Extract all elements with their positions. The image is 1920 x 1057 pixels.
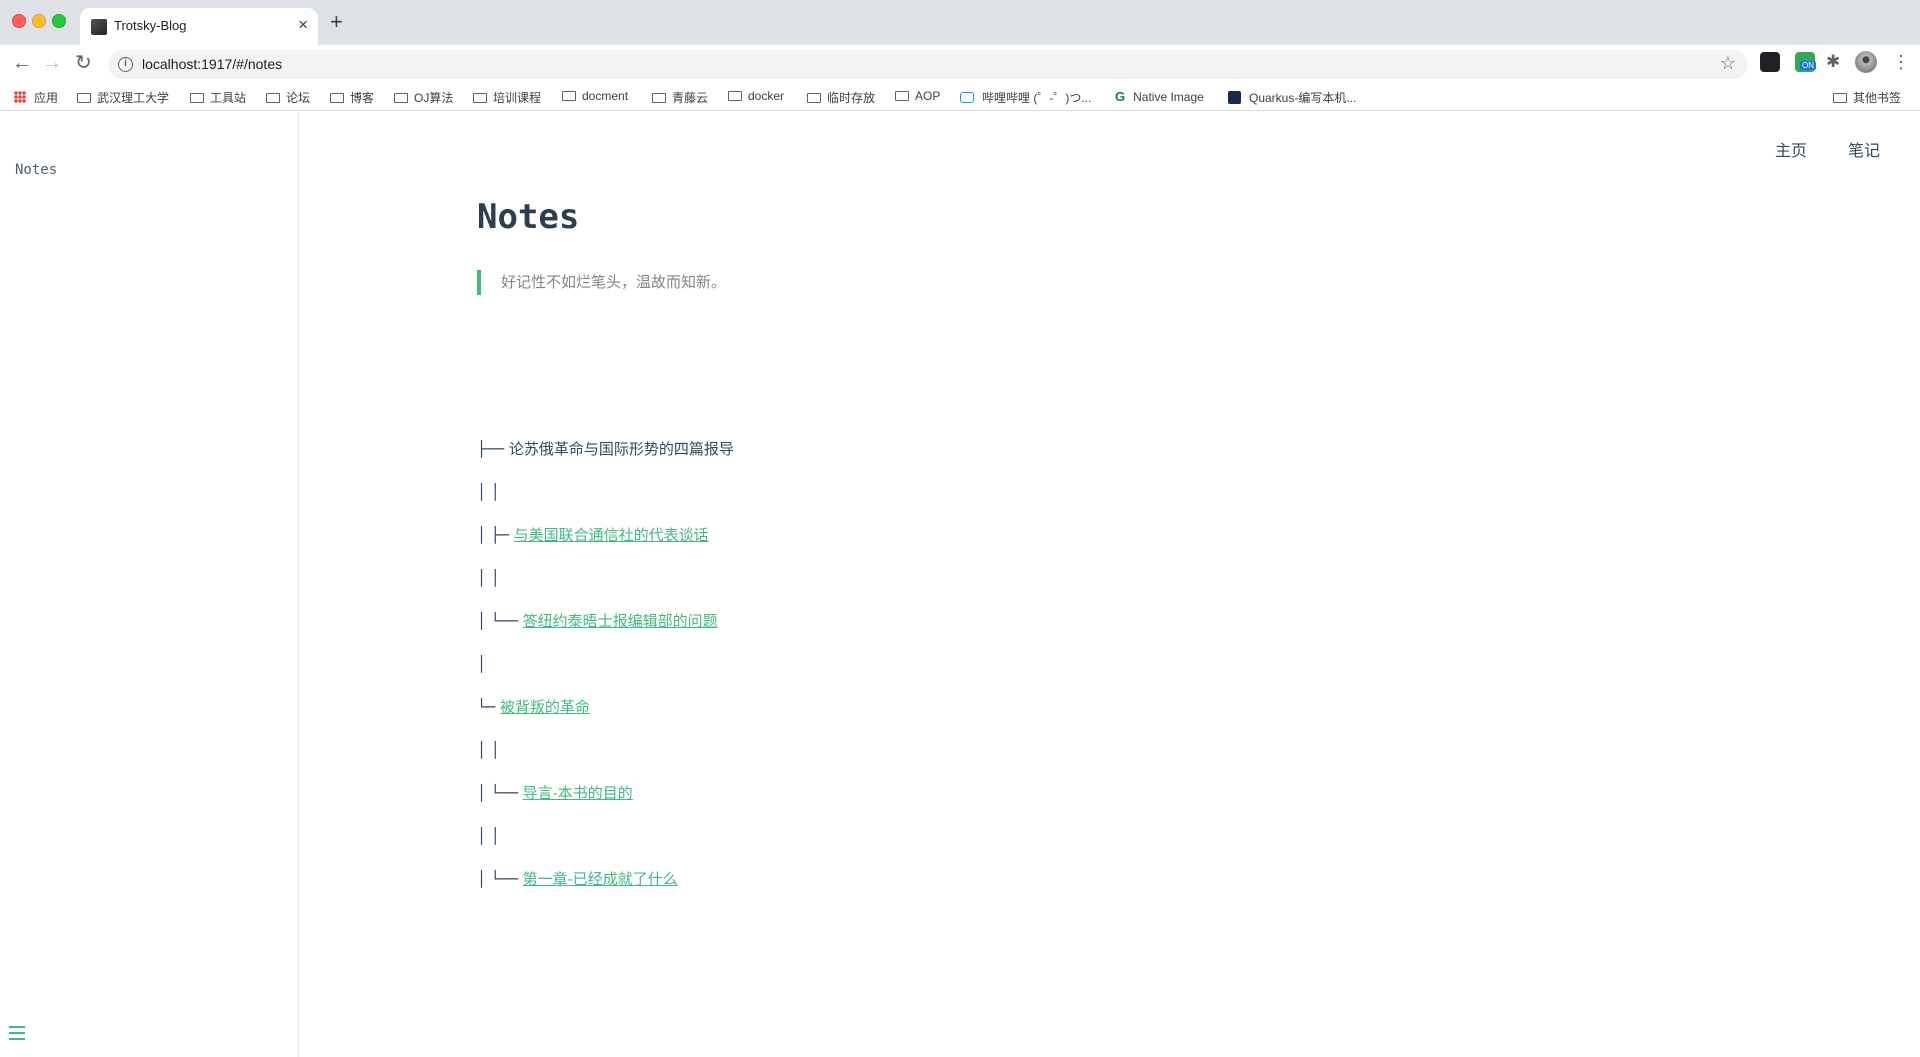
folder-icon	[562, 91, 576, 101]
reload-icon[interactable]: ↻	[75, 50, 92, 76]
bookmark-folder[interactable]: AOP	[895, 89, 940, 103]
bookmark-folder[interactable]: OJ算法	[394, 89, 453, 106]
tree-prefix: │	[477, 655, 487, 673]
bookmark-folder[interactable]: 论坛	[266, 89, 310, 106]
bookmark-folder[interactable]: 临时存放	[807, 89, 875, 106]
tree-prefix: │ └──	[477, 612, 523, 630]
profile-avatar[interactable]	[1855, 51, 1877, 73]
folder-icon	[728, 91, 742, 101]
page-viewport: Notes 主页 笔记 Notes 好记性不如烂笔头，温故而知新。 ├── 论苏…	[0, 112, 1920, 1057]
browser-menu-icon[interactable]: ⋮	[1892, 51, 1910, 73]
tree-line: │ ├─ 与美国联合通信社的代表谈话	[477, 524, 709, 546]
nav-link-home[interactable]: 主页	[1775, 137, 1807, 161]
tree-prefix: └─	[477, 698, 500, 716]
folder-icon	[1833, 93, 1847, 103]
nav-link-notes[interactable]: 笔记	[1848, 137, 1880, 161]
note-link[interactable]: 与美国联合通信社的代表谈话	[514, 526, 709, 544]
bookmark-apps[interactable]: 应用	[14, 89, 58, 106]
bookmark-folder[interactable]: 工具站	[190, 89, 246, 106]
bookmark-bilibili[interactable]: 哔哩哔哩 (゜-゜)つ...	[960, 89, 1091, 106]
note-link[interactable]: 答纽约泰晤士报编辑部的问题	[523, 612, 718, 630]
close-window-button[interactable]	[12, 14, 26, 28]
tree-line: │ └── 导言-本书的目的	[477, 782, 633, 804]
tree-prefix: │ └──	[477, 784, 523, 802]
tree-line: │	[477, 653, 486, 675]
back-icon[interactable]: ←	[12, 50, 32, 76]
tree-line: │ └── 第一章-已经成就了什么	[477, 868, 678, 890]
bookmark-quarkus[interactable]: Quarkus-编写本机...	[1228, 89, 1356, 106]
folder-icon	[895, 91, 909, 101]
bookmark-star-icon[interactable]: ☆	[1720, 53, 1736, 74]
folder-icon	[652, 93, 666, 103]
address-bar[interactable]: i localhost:1917/#/notes ☆	[108, 50, 1748, 79]
tree-line: ├── 论苏俄革命与国际形势的四篇报导	[477, 438, 734, 460]
apps-grid-icon	[14, 91, 26, 103]
quarkus-icon	[1228, 91, 1241, 104]
browser-tab-active[interactable]: Trotsky-Blog ×	[80, 8, 318, 45]
bookmark-folder[interactable]: docker	[728, 89, 784, 103]
url-text[interactable]: localhost:1917/#/notes	[142, 56, 282, 72]
folder-icon	[77, 93, 91, 103]
close-tab-icon[interactable]: ×	[298, 15, 308, 35]
tree-line: │ │	[477, 739, 500, 761]
note-link[interactable]: 第一章-已经成就了什么	[523, 870, 678, 888]
new-tab-button[interactable]: +	[330, 11, 343, 33]
tree-prefix: │ └──	[477, 870, 523, 888]
bilibili-icon	[960, 92, 974, 103]
tree-prefix: │ │	[477, 741, 500, 759]
tree-prefix: ├──	[477, 440, 509, 458]
minimize-window-button[interactable]	[32, 14, 46, 28]
folder-icon	[394, 93, 408, 103]
tree-line: │ └── 答纽约泰晤士报编辑部的问题	[477, 610, 718, 632]
page-title: Notes	[477, 197, 580, 237]
browser-toolbar: ← → ↻ i localhost:1917/#/notes ☆ ✱	[0, 45, 1920, 83]
bookmark-folder[interactable]: 博客	[330, 89, 374, 106]
site-info-icon[interactable]: i	[118, 57, 133, 72]
tree-prefix: │ │	[477, 827, 500, 845]
bookmark-other[interactable]: 其他书签	[1833, 89, 1901, 106]
graalvm-icon: G	[1115, 89, 1126, 104]
folder-icon	[330, 93, 344, 103]
tab-title: Trotsky-Blog	[114, 18, 187, 33]
folder-icon	[807, 93, 821, 103]
forward-icon[interactable]: →	[42, 50, 62, 76]
blockquote: 好记性不如烂笔头，温故而知新。	[477, 270, 726, 295]
tree-line: │ │	[477, 567, 500, 589]
sidebar-toggle-menu-icon[interactable]	[9, 1026, 25, 1040]
note-link[interactable]: 导言-本书的目的	[523, 784, 633, 802]
maximize-window-button[interactable]	[52, 14, 66, 28]
extension-icon[interactable]	[1760, 52, 1780, 72]
bookmark-folder[interactable]: docment	[562, 89, 628, 103]
browser-tab-bar: Trotsky-Blog × +	[0, 0, 1920, 45]
bookmark-folder[interactable]: 培训课程	[473, 89, 541, 106]
note-link[interactable]: 被背叛的革命	[500, 698, 590, 716]
tree-line: └─ 被背叛的革命	[477, 696, 590, 718]
extensions-puzzle-icon[interactable]: ✱	[1826, 52, 1846, 72]
folder-icon	[473, 93, 487, 103]
tree-line: │ │	[477, 825, 500, 847]
folder-icon	[190, 93, 204, 103]
site-favicon-icon	[91, 19, 107, 35]
bookmarks-bar: 应用 武汉理工大学 工具站 论坛 博客 OJ算法 培训课程 docment 青藤…	[0, 83, 1920, 111]
folder-icon	[266, 93, 280, 103]
bookmark-folder[interactable]: 青藤云	[652, 89, 708, 106]
sidebar-item-notes[interactable]: Notes	[15, 162, 57, 178]
tree-prefix: │ ├─	[477, 526, 514, 544]
extension-on-badge: ON	[1800, 61, 1816, 70]
bookmark-folder[interactable]: 武汉理工大学	[77, 89, 169, 106]
tree-line: │ │	[477, 481, 500, 503]
sidebar: Notes	[0, 112, 299, 1057]
tree-heading: 论苏俄革命与国际形势的四篇报导	[508, 440, 734, 458]
bookmark-native-image[interactable]: G Native Image	[1115, 89, 1204, 104]
tree-prefix: │ │	[477, 569, 500, 587]
tree-prefix: │ │	[477, 483, 500, 501]
